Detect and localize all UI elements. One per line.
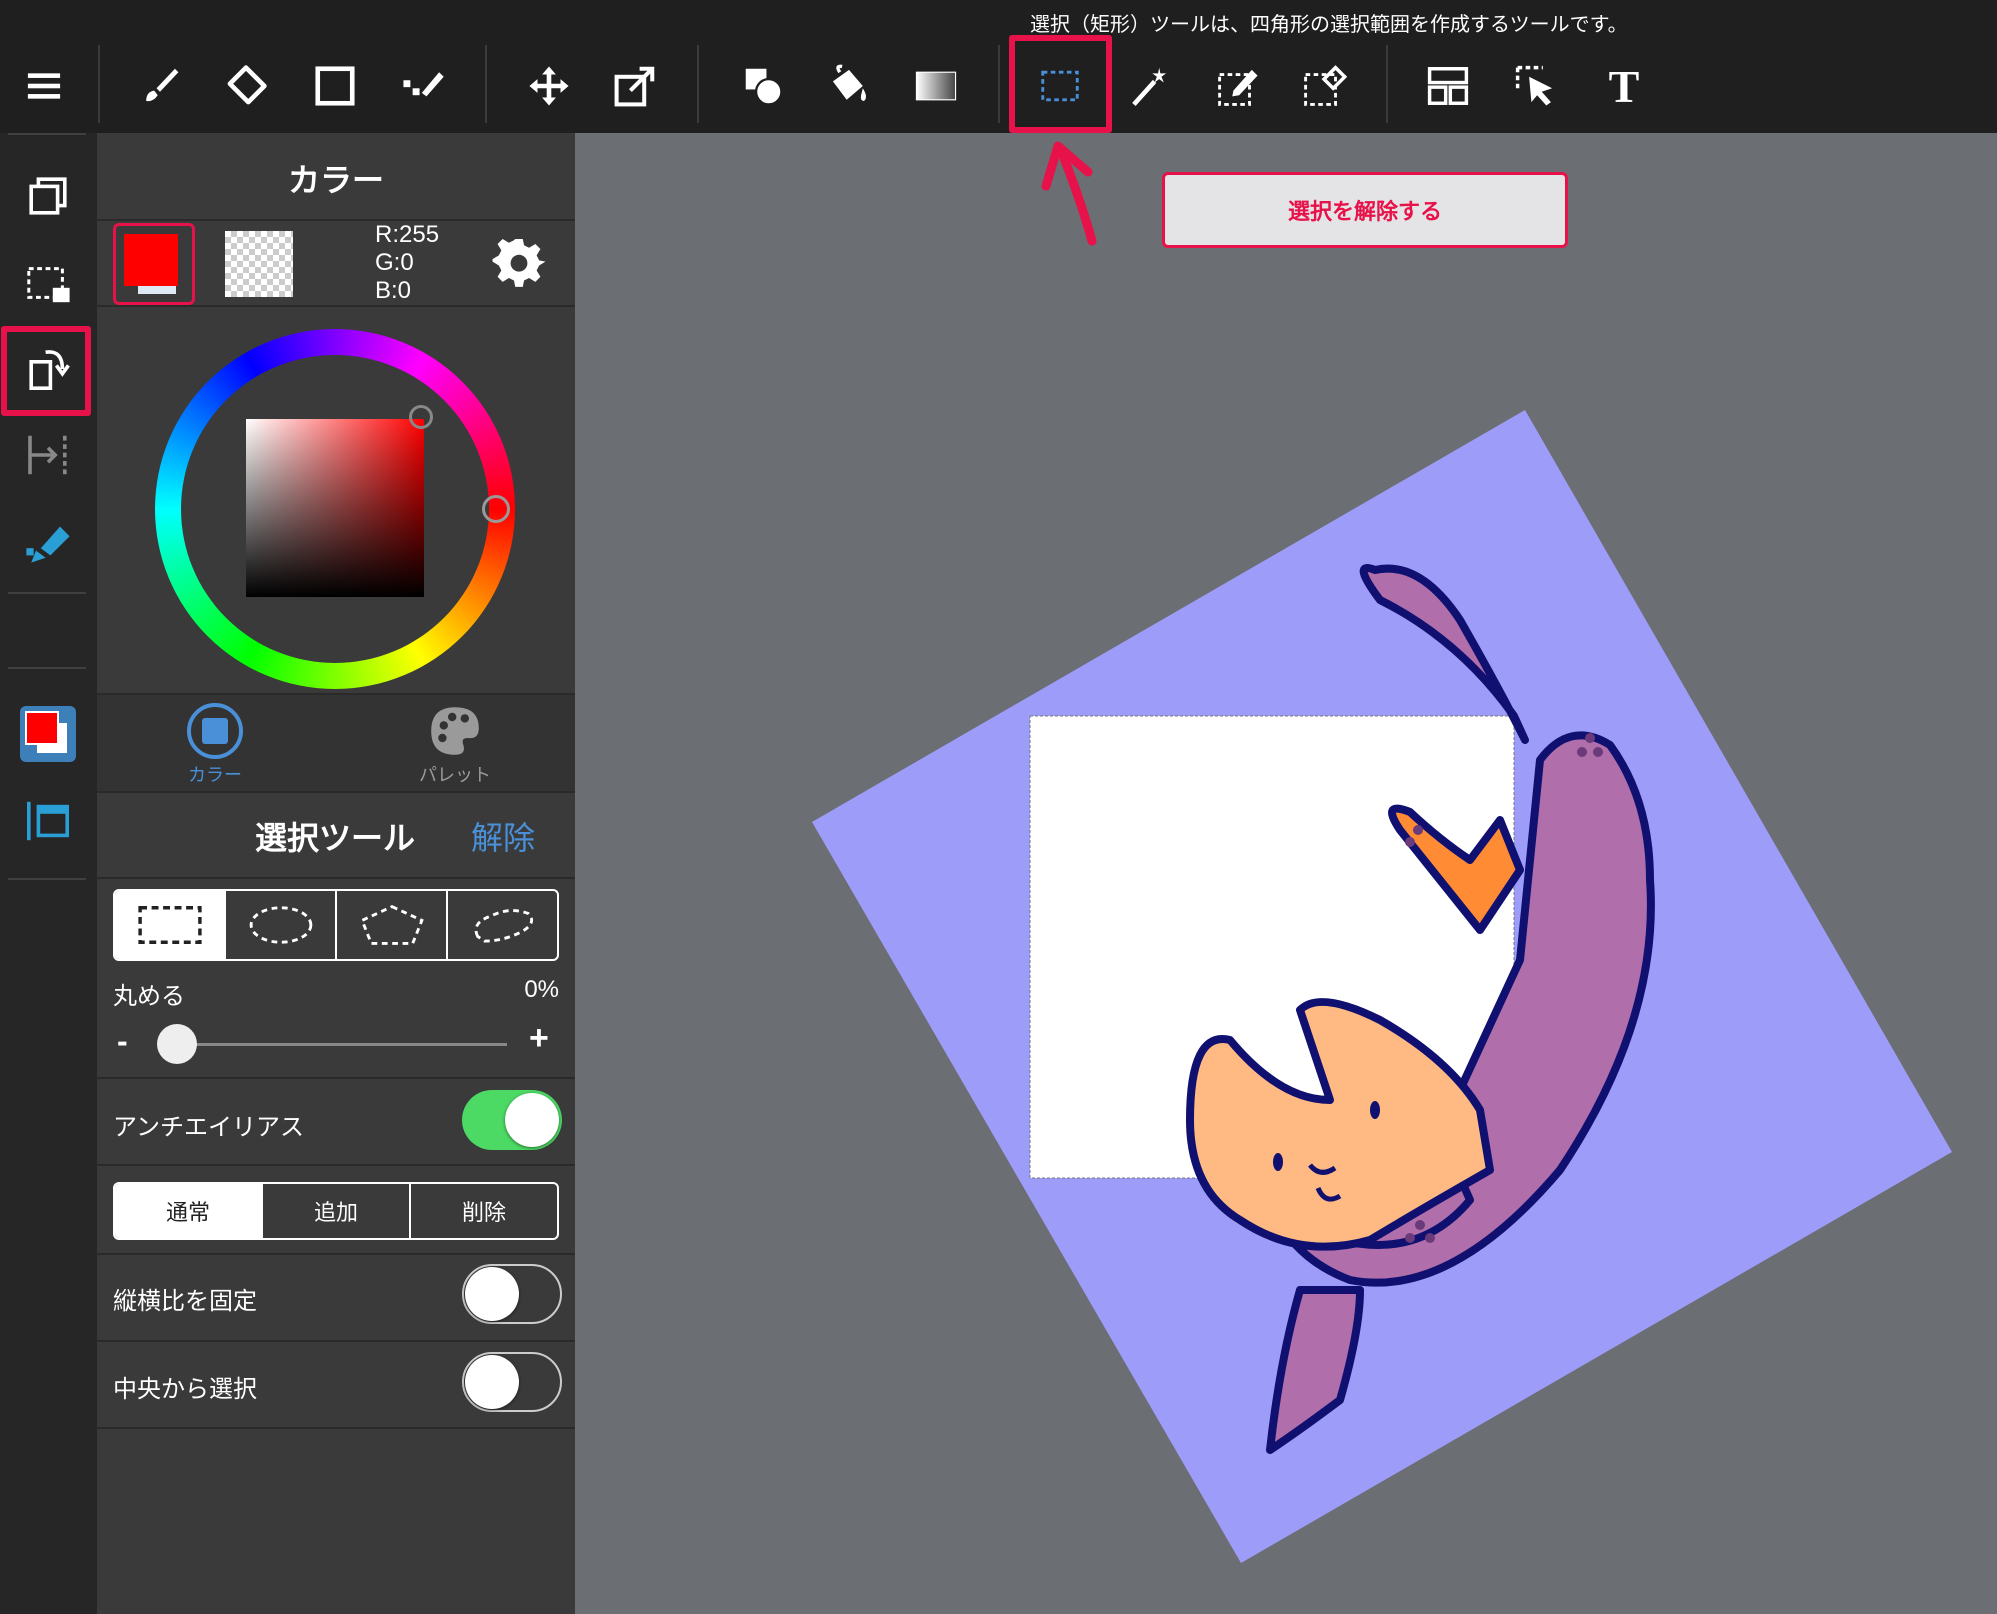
snap-icon[interactable] [18,425,78,485]
sidebar-divider [8,133,86,135]
aspect-toggle[interactable] [462,1264,562,1324]
panel-divider [97,1077,575,1079]
dot-pen-icon[interactable] [395,58,451,114]
tooltip-text: 選択（矩形）ツールは、四角形の選択範囲を作成するツールです。 [1030,14,1628,36]
brush-icon[interactable] [132,58,188,114]
release-link[interactable]: 解除 [471,813,535,859]
rotate-highlight [1,326,91,416]
shape-icon[interactable] [307,58,363,114]
color-panel-title: カラー [287,162,384,198]
rgb-g: G:0 [375,249,414,276]
top-toolbar: 選択（矩形）ツールは、四角形の選択範囲を作成するツールです。 T [0,0,1997,133]
center-toggle[interactable] [462,1352,562,1412]
panel-divider [97,305,575,307]
sidebar-divider [8,592,86,594]
menu-icon[interactable] [16,58,72,114]
panel-divider [97,1253,575,1255]
select-tool-title: 選択ツール [255,820,416,856]
panel-divider [97,1340,575,1342]
canvas[interactable] [575,133,1997,1614]
bucket-icon[interactable] [821,58,877,114]
sidebar-divider [8,667,86,669]
tab-color[interactable]: カラー [165,761,265,787]
tab-palette[interactable]: パレット [405,761,505,787]
toolbar-divider [998,45,1000,123]
round-value: 0% [524,976,559,1003]
magic-wand-icon[interactable] [1122,58,1178,114]
rgb-b: B:0 [375,277,412,304]
toolbar-divider [98,45,100,123]
antialias-toggle[interactable] [462,1090,562,1150]
toolbar-divider [1386,45,1388,123]
toolbar-divider [697,45,699,123]
center-label: 中央から選択 [113,1376,257,1403]
tool-panel: カラー R:255 G:0 B:0 カラー パレット 選択ツール 解除 丸める … [97,133,575,1614]
left-sidebar [0,133,97,1614]
mode-rect-icon[interactable] [115,891,226,959]
round-slider-thumb[interactable] [157,1024,197,1064]
color-tab-icon[interactable] [187,703,243,759]
mode-lasso-icon[interactable] [448,891,557,959]
background-color[interactable] [225,231,293,297]
color-swatch-icon[interactable] [20,706,76,762]
layers-icon[interactable] [18,166,78,226]
transform-icon[interactable] [607,58,663,114]
eraser-icon[interactable] [218,58,274,114]
round-slider[interactable] [159,1043,507,1046]
panel-divider [97,877,575,879]
rgb-readout: R:255 G:0 B:0 [375,221,439,305]
round-label: 丸める [113,983,185,1010]
slider-minus[interactable]: - [117,1023,128,1060]
layout-icon[interactable] [1420,58,1476,114]
panel-divider [97,1164,575,1166]
selection-shape-modes [113,889,559,961]
palette-icon[interactable] [427,703,483,759]
mode-ellipse-icon[interactable] [226,891,337,959]
toolbar-divider [485,45,487,123]
move-icon[interactable] [521,58,577,114]
sv-picker-handle[interactable] [409,405,433,429]
slider-plus[interactable]: + [529,1019,549,1058]
brush-marker-icon[interactable] [18,511,78,571]
mode-delete[interactable]: 削除 [411,1184,557,1238]
saturation-value-square[interactable] [246,419,424,597]
antialias-label: アンチエイリアス [113,1114,305,1141]
select-eraser-icon[interactable] [1296,58,1352,114]
select-rect-highlight [1009,35,1112,133]
panel-divider [97,791,575,793]
panel-divider [97,219,575,221]
select-arrow-icon[interactable] [1508,58,1564,114]
sidebar-divider [8,878,86,880]
hue-picker-handle[interactable] [482,495,510,523]
frame-icon[interactable] [18,791,78,851]
mode-normal[interactable]: 通常 [115,1184,263,1238]
selection-layer-icon[interactable] [18,253,78,313]
foreground-color[interactable] [113,223,195,305]
panel-divider [97,1427,575,1429]
fill-shapes-icon[interactable] [735,58,791,114]
mode-add[interactable]: 追加 [263,1184,411,1238]
rgb-r: R:255 [375,221,440,248]
gradient-icon[interactable] [908,58,964,114]
select-pen-icon[interactable] [1210,58,1266,114]
selection-mode-segment: 通常 追加 削除 [113,1182,559,1240]
mode-polygon-icon[interactable] [337,891,448,959]
text-icon[interactable]: T [1596,58,1652,114]
gear-icon[interactable] [491,238,547,294]
aspect-label: 縦横比を固定 [113,1288,257,1315]
